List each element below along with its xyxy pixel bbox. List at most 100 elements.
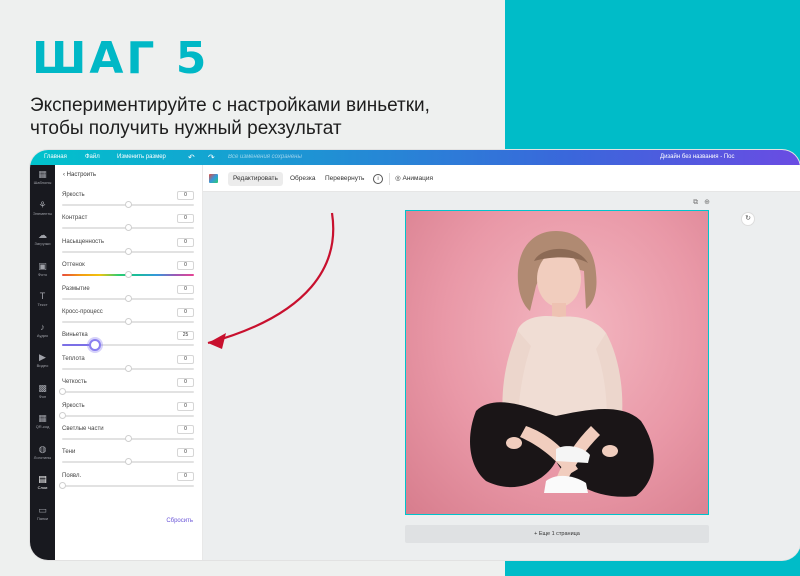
duplicate-page-icon[interactable]: ⧉	[693, 199, 704, 206]
adjust-label: Тени	[62, 449, 76, 456]
adjust-slider-row: Яркость 0	[58, 401, 194, 424]
photo-element[interactable]	[405, 210, 709, 515]
pointer-arrow-icon	[207, 212, 335, 349]
slider-handle[interactable]	[58, 388, 66, 396]
adjust-value-input[interactable]: 0	[177, 191, 194, 200]
sidebar-item[interactable]: ♪ Аудио	[30, 322, 55, 348]
toolbar-divider	[389, 173, 390, 185]
upload-icon: ☁	[38, 230, 47, 240]
adjust-label: Насыщенность	[62, 238, 105, 245]
audio-icon: ♪	[40, 321, 45, 332]
sidebar-item[interactable]: ▩ Фон	[30, 383, 55, 409]
sidebar-item[interactable]: ◍ Логотипы	[30, 444, 55, 470]
layers-icon: ▤	[38, 474, 47, 484]
step-description-line-2: чтобы получить нужный рехзультат	[30, 118, 342, 139]
slider-handle[interactable]	[58, 481, 66, 489]
crop-button[interactable]: Обрезка	[290, 172, 315, 186]
info-icon[interactable]: i	[373, 174, 383, 184]
add-page-icon[interactable]: ⊕	[704, 199, 716, 206]
slider-handle[interactable]	[124, 364, 132, 372]
sidebar-item[interactable]: ▦ QR-код	[30, 413, 55, 439]
slider-track[interactable]	[62, 224, 194, 232]
slider-track[interactable]	[62, 458, 194, 466]
step-description-line-1: Экспериментируйте с настройками виньетки…	[30, 95, 430, 116]
design-title[interactable]: Дизайн без названия - Пос	[660, 150, 735, 165]
menu-home[interactable]: Главная	[44, 150, 67, 165]
slider-handle[interactable]	[124, 435, 132, 442]
refresh-icon[interactable]: ↻	[741, 212, 755, 226]
slider-track[interactable]	[58, 388, 194, 396]
adjust-label: Контраст	[62, 215, 88, 222]
adjust-value-input[interactable]: 0	[177, 471, 194, 481]
sidebar-item-label: Видео	[36, 363, 49, 368]
video-icon: ▶	[39, 352, 46, 362]
slider-track[interactable]	[62, 318, 194, 325]
sidebar-item-label: Загрузки	[34, 241, 51, 246]
slider-handle[interactable]	[124, 201, 132, 208]
animate-button[interactable]: ◎ Анимация	[395, 172, 433, 186]
slider-handle[interactable]	[124, 294, 132, 302]
sidebar-item[interactable]: T Текст	[30, 291, 55, 317]
color-swatch-icon[interactable]	[209, 174, 218, 183]
animate-label: Анимация	[402, 175, 433, 182]
sidebar-item[interactable]: ▭ Папки	[30, 505, 55, 531]
side-icon-bar: ▦ Шаблоны ⚘ Элементы ☁ Загрузки ▣ Фото T Текст ♪ Ау…	[30, 165, 55, 560]
adjust-value-input[interactable]: 0	[177, 354, 194, 364]
adjust-label: Теплота	[62, 355, 85, 362]
slider-track[interactable]	[58, 481, 194, 489]
adjust-slider-row: Оттенок 0	[62, 261, 194, 283]
slider-handle[interactable]	[124, 224, 132, 232]
adjust-slider-row: Светлые части 0	[62, 425, 194, 447]
top-menu-bar: Главная Файл Изменить размер ↶ ↷ Все изм…	[30, 150, 800, 165]
slider-track[interactable]	[62, 271, 194, 279]
back-button[interactable]: ‹ Настроить	[63, 172, 96, 178]
adjust-slider-row: Тени 0	[62, 448, 194, 470]
reset-button[interactable]: Сбросить	[166, 518, 193, 524]
slider-track[interactable]	[62, 294, 194, 302]
adjust-value-input[interactable]: 0	[177, 425, 194, 434]
sidebar-item-label: Шаблоны	[33, 180, 52, 185]
menu-resize[interactable]: Изменить размер	[117, 150, 166, 165]
slider-handle[interactable]	[124, 318, 132, 325]
sidebar-item[interactable]: ▣ Фото	[30, 261, 55, 287]
slider-track[interactable]	[62, 435, 194, 442]
adjust-value-input[interactable]: 0	[177, 378, 194, 388]
adjust-label: Четкость	[62, 379, 87, 386]
add-page-button[interactable]: + Еще 1 страница	[405, 525, 709, 543]
editor-window: Главная Файл Изменить размер ↶ ↷ Все изм…	[30, 150, 800, 560]
sidebar-item-label: Фото	[37, 271, 48, 277]
sidebar-item-label: Логотипы	[33, 454, 52, 460]
elements-icon: ⚘	[38, 199, 47, 210]
adjust-slider-row: Кросс-процесс 0	[62, 308, 194, 330]
adjust-value-input[interactable]: 0	[177, 401, 194, 411]
adjust-label: Появл.	[62, 472, 82, 479]
flip-button[interactable]: Перевернуть	[325, 172, 364, 186]
folders-icon: ▭	[38, 504, 47, 515]
undo-icon[interactable]: ↶	[188, 150, 195, 165]
sidebar-item[interactable]: ⚘ Элементы	[30, 200, 55, 226]
slider-handle[interactable]	[124, 247, 132, 255]
photo-icon: ▣	[38, 260, 47, 271]
sidebar-item[interactable]: ▤ Слои	[30, 474, 55, 500]
sidebar-item[interactable]: ☁ Загрузки	[30, 230, 55, 256]
sidebar-item[interactable]: ▦ Шаблоны	[30, 169, 55, 195]
menu-file[interactable]: Файл	[85, 150, 100, 165]
slider-handle[interactable]	[89, 339, 101, 352]
slider-track[interactable]	[58, 411, 194, 419]
redo-icon[interactable]: ↷	[208, 150, 215, 165]
sidebar-item[interactable]: ▶ Видео	[30, 352, 55, 378]
slider-handle[interactable]	[124, 458, 132, 466]
woman-sitting-photo	[470, 231, 654, 497]
edit-image-button[interactable]: Редактировать	[228, 172, 283, 186]
adjust-value-input[interactable]: 0	[177, 448, 194, 458]
slider-track[interactable]	[62, 364, 194, 372]
slider-handle[interactable]	[58, 411, 66, 419]
background-icon: ▩	[38, 382, 47, 393]
adjust-slider-row: Размытие 0	[62, 284, 194, 307]
slider-handle[interactable]	[124, 271, 132, 279]
slider-track[interactable]	[62, 339, 194, 352]
slider-track[interactable]	[62, 201, 194, 208]
slider-track[interactable]	[62, 247, 194, 255]
adjust-label: Виньетка	[62, 332, 88, 339]
adjust-slider-row: Яркость 0	[62, 191, 194, 213]
